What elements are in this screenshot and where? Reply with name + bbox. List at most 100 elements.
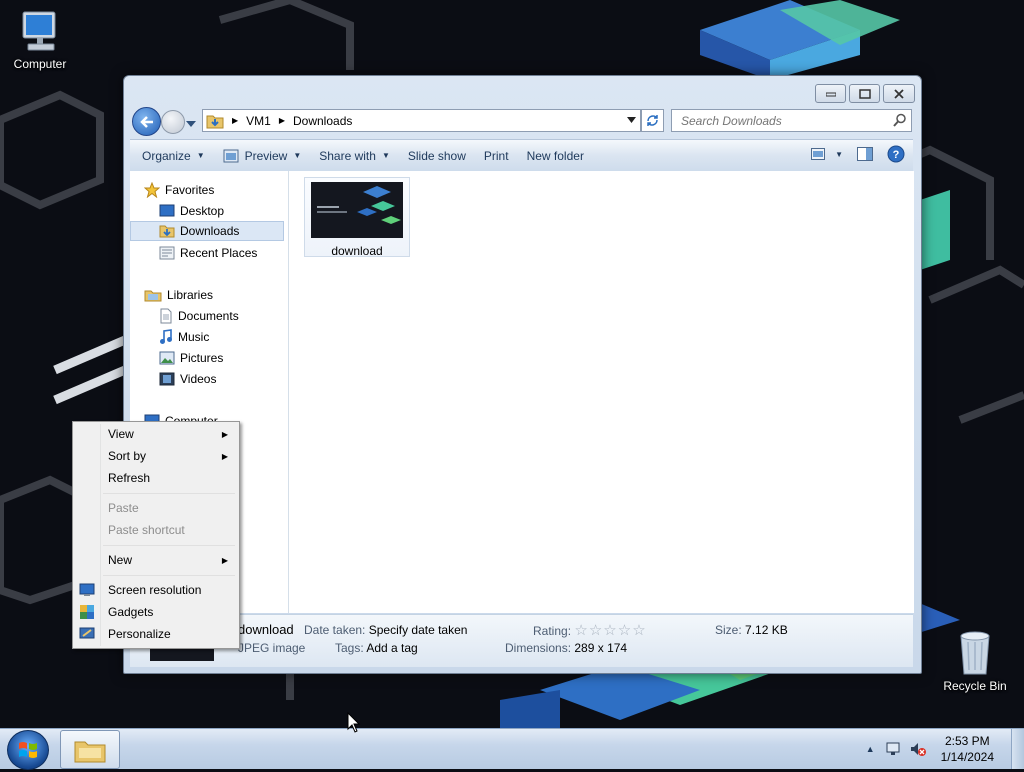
personalize-icon (79, 627, 95, 639)
search-input[interactable] (679, 112, 893, 129)
nav-label: Downloads (180, 224, 240, 238)
clock[interactable]: 2:53 PM 1/14/2024 (941, 733, 994, 765)
explorer-folder-icon (74, 741, 106, 762)
show-hidden-icons-icon[interactable]: ▲ (866, 744, 875, 754)
print-button[interactable]: Print (484, 149, 509, 163)
details-pane: download JPEG image Date taken: Specify … (130, 614, 913, 667)
refresh-button[interactable] (641, 109, 664, 132)
nav-music[interactable]: Music (159, 327, 209, 347)
organize-button[interactable]: Organize ▼ (142, 149, 205, 163)
network-icon[interactable] (885, 741, 903, 757)
recent-pages-dropdown[interactable] (186, 116, 196, 130)
nav-downloads[interactable]: Downloads (130, 221, 284, 241)
change-view-button[interactable]: ▼ (811, 148, 843, 160)
image-thumbnail (311, 182, 403, 238)
nav-documents[interactable]: Documents (159, 306, 239, 326)
start-button[interactable] (7, 730, 49, 770)
menu-item-label: Personalize (108, 627, 171, 641)
desktop-icon-label: Recycle Bin (943, 679, 1007, 693)
slide-show-button[interactable]: Slide show (408, 149, 466, 163)
minimize-button[interactable] (815, 84, 846, 103)
nav-videos[interactable]: Videos (159, 369, 216, 389)
details-date-taken: Date taken: Specify date taken (304, 623, 467, 637)
forward-button[interactable] (161, 110, 185, 134)
preview-label: Preview (244, 148, 288, 163)
screen-resolution-icon (79, 583, 95, 596)
menu-item-paste: Paste (75, 498, 235, 518)
menu-separator (103, 575, 235, 576)
preview-pane-icon[interactable] (857, 147, 873, 161)
nav-label: Desktop (180, 204, 225, 218)
menu-item-refresh[interactable]: Refresh (75, 468, 235, 488)
menu-item-new[interactable]: New ▶ (75, 550, 235, 570)
maximize-button[interactable] (849, 84, 880, 103)
menu-item-screen-resolution[interactable]: Screen resolution (75, 580, 235, 600)
menu-item-view[interactable]: View ▶ (75, 424, 235, 444)
rating-star-icon[interactable]: ☆ (618, 622, 631, 639)
nav-label: Documents (178, 309, 239, 323)
volume-muted-icon[interactable] (909, 741, 927, 757)
rating-star-icon[interactable]: ☆ (589, 622, 602, 639)
breadcrumb-downloads[interactable]: Downloads (293, 114, 352, 128)
details-dimensions: Dimensions: 289 x 174 (505, 641, 627, 655)
recent-places-icon (159, 246, 175, 260)
restore-icon (858, 88, 871, 99)
details-file-name: download (238, 622, 294, 637)
menu-item-paste-shortcut: Paste shortcut (75, 520, 235, 540)
music-icon (160, 329, 172, 344)
desktop-icon (159, 204, 175, 217)
back-button[interactable] (132, 107, 161, 136)
tags-value[interactable]: Add a tag (366, 641, 417, 655)
new-folder-button[interactable]: New folder (527, 149, 584, 163)
file-item[interactable]: download (304, 177, 410, 258)
rating-stars[interactable]: ☆☆☆☆☆ (574, 622, 646, 639)
recycle-bin-icon (960, 631, 990, 675)
submenu-arrow-icon: ▶ (221, 555, 228, 565)
search-icon[interactable] (893, 113, 907, 127)
explorer-window: ▶ VM1 ▶ Downloads Organize ▼ Preview ▼ Sha… (123, 75, 922, 674)
clock-date: 1/14/2024 (940, 750, 994, 764)
size-label: Size: (715, 623, 742, 637)
videos-icon (159, 372, 175, 386)
address-bar[interactable]: ▶ VM1 ▶ Downloads (202, 109, 641, 132)
refresh-icon (647, 115, 658, 126)
nav-desktop[interactable]: Desktop (159, 201, 224, 221)
show-desktop-button[interactable] (1011, 729, 1024, 769)
submenu-arrow-icon: ▶ (221, 451, 228, 461)
menu-item-sort-by[interactable]: Sort by ▶ (75, 446, 235, 466)
share-with-button[interactable]: Share with ▼ (319, 149, 390, 163)
menu-item-gadgets[interactable]: Gadgets (75, 602, 235, 622)
rating-star-icon[interactable]: ☆ (603, 622, 616, 639)
rating-star-icon[interactable]: ☆ (574, 622, 587, 639)
new-folder-label: New folder (526, 148, 584, 163)
date-taken-value[interactable]: Specify date taken (369, 623, 468, 637)
star-icon (144, 182, 160, 198)
chevron-down-icon[interactable] (627, 117, 636, 123)
slide-show-label: Slide show (407, 148, 466, 163)
gadgets-icon (80, 605, 94, 619)
breadcrumb-separator: ▶ (278, 116, 285, 125)
menu-item-label: Paste shortcut (108, 523, 185, 537)
mouse-cursor-icon (347, 712, 361, 733)
nav-libraries[interactable]: Libraries (144, 285, 213, 305)
search-box (671, 109, 912, 132)
nav-favorites[interactable]: Favorites (144, 180, 214, 200)
taskbar: ▲ 2:53 PM 1/14/2024 (0, 728, 1024, 770)
preview-button[interactable]: Preview ▼ (223, 148, 301, 163)
rating-star-icon[interactable]: ☆ (632, 622, 645, 639)
help-icon[interactable]: ? (887, 145, 905, 163)
documents-icon (160, 308, 172, 324)
menu-item-personalize[interactable]: Personalize (75, 624, 235, 644)
taskbar-explorer-button[interactable] (60, 730, 120, 769)
nav-label: Pictures (180, 351, 224, 365)
nav-pictures[interactable]: Pictures (159, 348, 223, 368)
nav-recent-places[interactable]: Recent Places (159, 243, 257, 263)
menu-item-label: View (108, 427, 134, 441)
view-icon (811, 148, 826, 160)
breadcrumb-vm1[interactable]: VM1 (246, 114, 271, 128)
menu-item-label: Refresh (108, 471, 151, 485)
desktop-icon-computer[interactable]: Computer (0, 10, 80, 71)
desktop-icon-recycle-bin[interactable]: Recycle Bin (935, 630, 1015, 693)
menu-item-label: Paste (108, 501, 139, 515)
close-button[interactable] (883, 84, 915, 103)
